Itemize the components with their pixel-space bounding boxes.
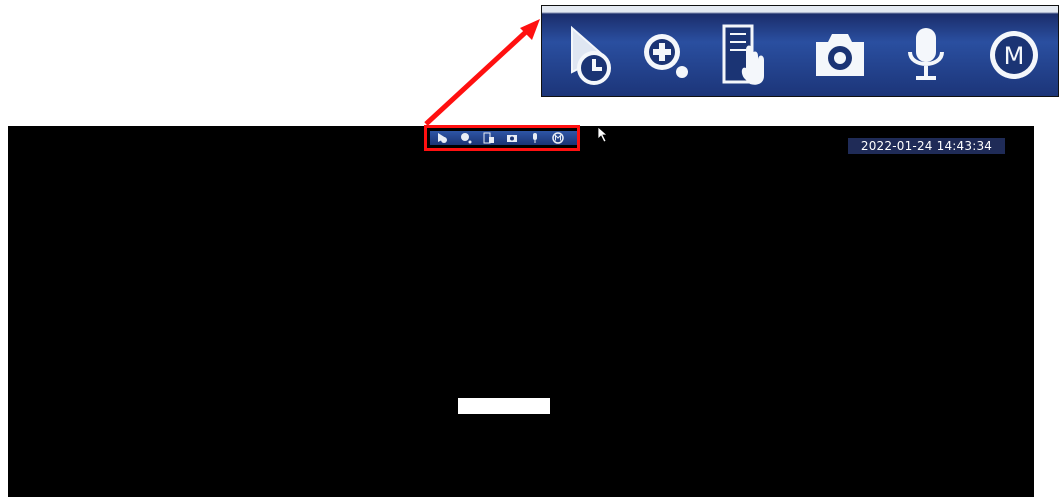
live-view-toolbar [424, 125, 580, 151]
realtime-backup-icon [722, 24, 764, 85]
video-viewport[interactable] [8, 126, 1034, 497]
main-stream-button[interactable]: M [984, 20, 1044, 90]
zoomed-toolbar: M [541, 5, 1059, 97]
realtime-backup-icon [483, 132, 494, 144]
mini-snapshot-button[interactable] [502, 132, 522, 144]
main-stream-icon [552, 132, 564, 144]
mini-main-stream-button[interactable] [548, 132, 568, 144]
mouse-cursor-icon [597, 126, 609, 143]
snapshot-icon [507, 135, 517, 142]
mini-realtime-backup-button[interactable] [479, 132, 499, 144]
mini-playback-button[interactable] [433, 132, 453, 144]
playback-icon [438, 133, 447, 143]
two-way-talk-icon [533, 133, 537, 143]
osd-timestamp: 2022-01-24 14:43:34 [848, 138, 1005, 154]
brand-logo [458, 398, 550, 414]
two-way-talk-button[interactable] [896, 20, 956, 90]
live-view-toolbar-buttons [430, 131, 577, 145]
snapshot-button[interactable] [810, 20, 870, 90]
playback-button[interactable] [562, 20, 622, 90]
main-stream-icon: M [990, 31, 1038, 79]
playback-icon [571, 25, 611, 85]
snapshot-icon [816, 34, 864, 76]
mini-two-way-talk-button[interactable] [525, 132, 545, 144]
two-way-talk-icon [908, 28, 944, 80]
mini-digital-zoom-button[interactable] [456, 132, 476, 144]
realtime-backup-button[interactable] [716, 20, 776, 90]
digital-zoom-icon [644, 34, 688, 78]
main-stream-label: M [1004, 42, 1025, 70]
digital-zoom-icon [461, 133, 472, 144]
digital-zoom-button[interactable] [636, 20, 696, 90]
